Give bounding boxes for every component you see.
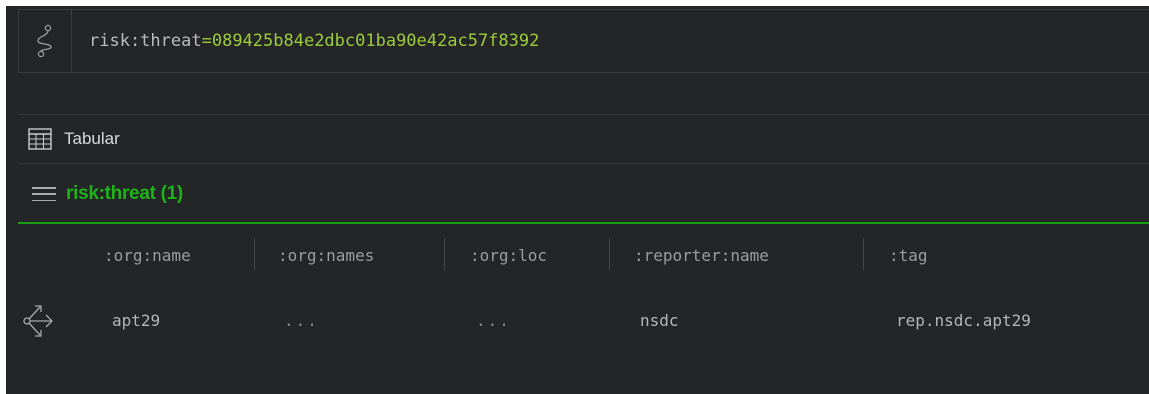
explore-icon[interactable] bbox=[22, 299, 56, 343]
column-header-reporter-name[interactable]: :reporter:name bbox=[634, 234, 769, 278]
form-group-divider bbox=[18, 222, 1149, 224]
column-divider[interactable] bbox=[254, 238, 255, 270]
view-header: Tabular bbox=[18, 114, 1149, 164]
menu-icon[interactable] bbox=[32, 184, 56, 204]
query-bar[interactable]: risk:threat=089425b84e2dbc01ba90e42ac57f… bbox=[18, 9, 1149, 73]
query-form-name: risk:threat bbox=[89, 31, 202, 51]
column-divider[interactable] bbox=[609, 238, 610, 270]
column-header-org-name[interactable]: :org:name bbox=[104, 234, 191, 278]
cell-org-name[interactable]: apt29 bbox=[112, 296, 160, 346]
table-row[interactable]: apt29 ... ... nsdc rep.nsdc.apt29 bbox=[6, 296, 1149, 346]
cell-org-names[interactable]: ... bbox=[284, 296, 319, 346]
pipeline-icon bbox=[37, 24, 52, 58]
table-icon[interactable] bbox=[28, 128, 52, 150]
query-input[interactable]: risk:threat=089425b84e2dbc01ba90e42ac57f… bbox=[89, 10, 539, 72]
column-header-org-loc[interactable]: :org:loc bbox=[470, 234, 547, 278]
column-divider[interactable] bbox=[863, 238, 864, 270]
query-operator: = bbox=[201, 31, 212, 51]
column-header-tag[interactable]: :tag bbox=[889, 234, 928, 278]
cell-reporter-name[interactable]: nsdc bbox=[640, 296, 679, 346]
view-mode-label[interactable]: Tabular bbox=[64, 129, 120, 149]
storm-query-panel: risk:threat=089425b84e2dbc01ba90e42ac57f… bbox=[6, 6, 1149, 394]
column-header-org-names[interactable]: :org:names bbox=[278, 234, 374, 278]
cell-org-loc[interactable]: ... bbox=[476, 296, 511, 346]
form-group-label[interactable]: risk:threat (1) bbox=[66, 183, 183, 205]
pipeline-icon-button[interactable] bbox=[19, 10, 72, 72]
form-group-header[interactable]: risk:threat (1) bbox=[32, 174, 183, 214]
column-divider[interactable] bbox=[444, 238, 445, 270]
cell-tag[interactable]: rep.nsdc.apt29 bbox=[896, 296, 1031, 346]
query-value: 089425b84e2dbc01ba90e42ac57f8392 bbox=[211, 31, 540, 51]
